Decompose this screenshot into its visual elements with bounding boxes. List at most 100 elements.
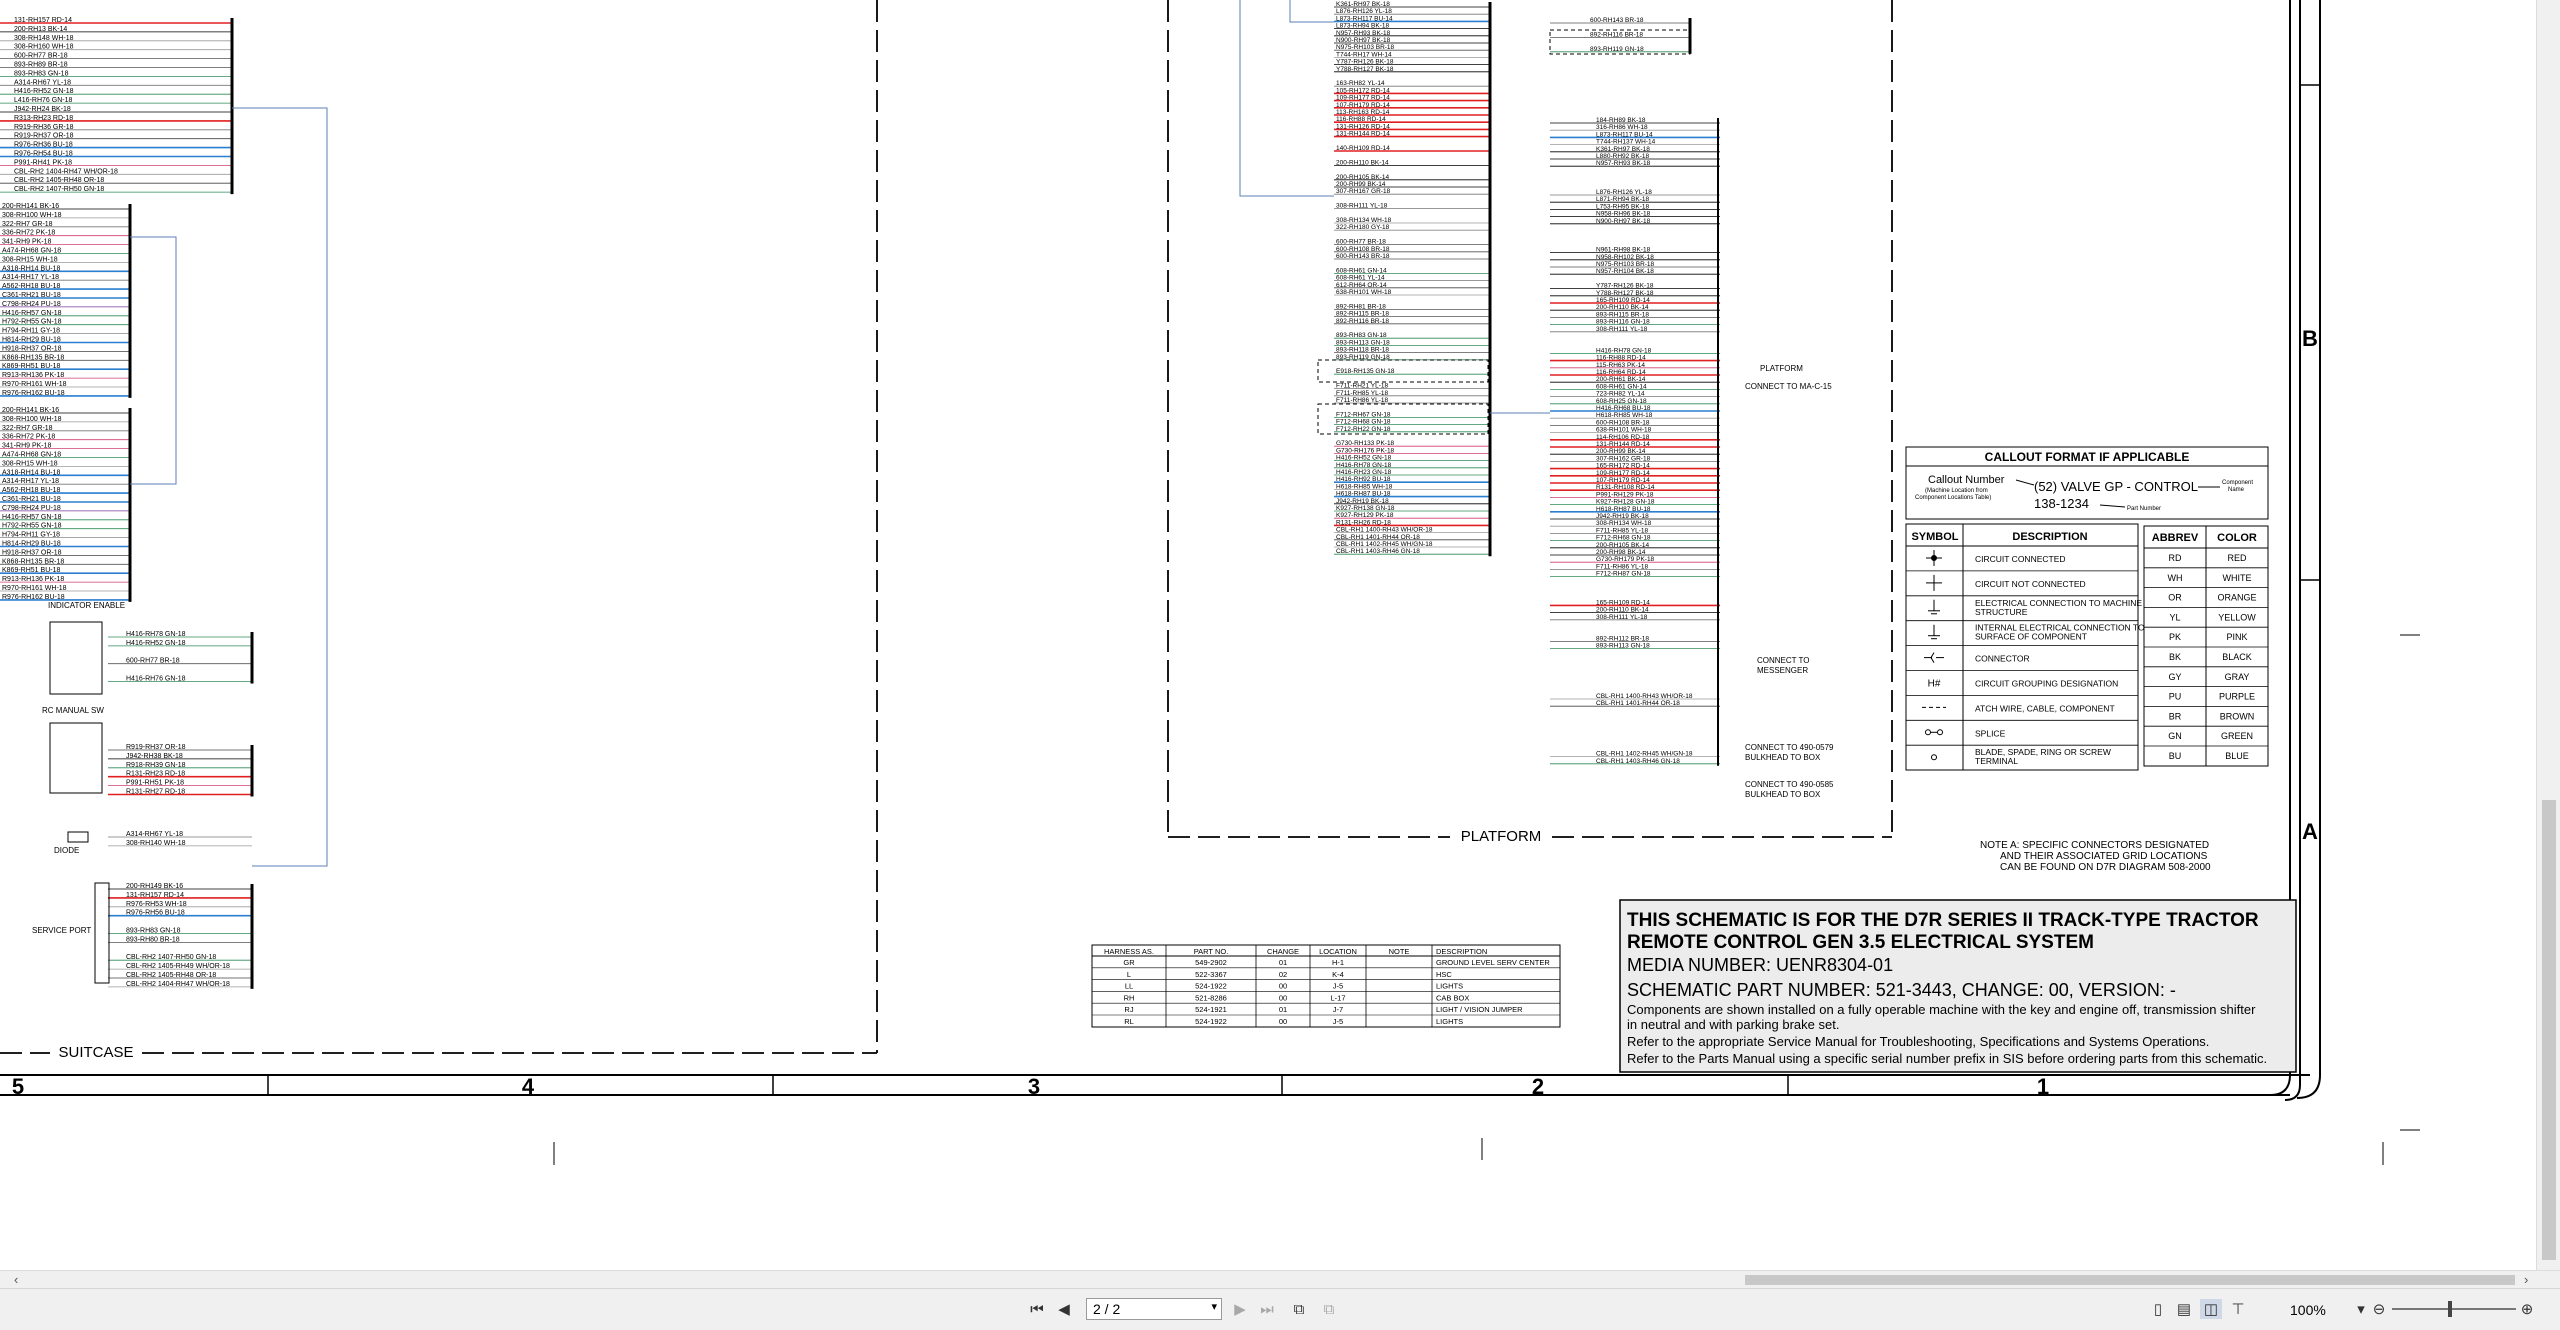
harness-cell: H-1 [1332, 958, 1344, 967]
facing-pages-icon[interactable]: ◫ [2200, 1299, 2222, 1319]
wire-label: 893-RH115 BR-18 [1596, 311, 1649, 318]
symbol-glyph-icon [1928, 624, 1940, 640]
wire-label: 336-RH72 PK-18 [2, 434, 55, 441]
wire-label: K868-RH135 BR-18 [2, 354, 64, 361]
connect-0579-2: BULKHEAD TO BOX [1745, 753, 1821, 762]
wire-label: H814-RH29 BU-18 [2, 541, 61, 548]
wire-label: H794-RH11 GY-18 [2, 328, 60, 335]
wire-label: C361-RH21 BU-18 [2, 496, 61, 503]
page-number-value: 2 / 2 [1093, 1301, 1121, 1317]
zoom-slider-thumb[interactable] [2448, 1301, 2452, 1317]
wire-label: 336-RH72 PK-18 [2, 230, 55, 237]
wire-label: K927-RH138 GN-18 [1336, 505, 1395, 512]
wire-label: A314-RH17 YL-18 [2, 274, 59, 281]
single-page-icon[interactable]: ▯ [2148, 1299, 2168, 1319]
symbol-glyph-icon [1924, 652, 1944, 663]
wire-label: R976-RH36 BU-18 [14, 142, 73, 149]
harness-cell: RJ [1124, 1005, 1133, 1014]
harness-table: HARNESS AS. PART NO. CHANGE LOCATION NOTE DES… [1091, 944, 1561, 1028]
symbol-description: TERMINAL [1975, 756, 2018, 766]
wire-label: CBL-RH1 1400-RH43 WH/OR-18 [1596, 693, 1693, 700]
wire-label: H416-RH76 GN-18 [126, 676, 186, 683]
vertical-scroll-thumb[interactable] [2542, 800, 2556, 1260]
wire-label: 200-RH13 BK-14 [14, 26, 67, 33]
harness-cell: L [1127, 970, 1131, 979]
wire-label: 608-RH25 GN-18 [1596, 398, 1647, 405]
next-page-icon[interactable]: ▶ [1232, 1299, 1248, 1319]
platform-label: PLATFORM [1461, 828, 1542, 845]
wire-label: R913-RH136 PK-18 [2, 576, 64, 583]
wire-label: 200-RH141 BK-16 [2, 203, 59, 210]
zoom-out-icon[interactable]: ⊖ [2370, 1299, 2388, 1319]
wire-group-1: 131-RH157 RD-14 200-RH13 BK-14 308-RH148 W… [0, 17, 234, 195]
wire-group-mid: K361-RH97 BK-18L876-RH126 YL-18L873-RH11… [1334, 1, 1492, 557]
wire-label: 893-RH113 GN-18 [1596, 643, 1650, 650]
color-abbrev: GY [2168, 672, 2181, 682]
wire-group-indicator: H416-RH78 GN-18 H416-RH52 GN-18 600-RH77 B… [108, 631, 254, 684]
schematic-page: 5 4 3 2 1 B A SUITCASE PLATFORM 131-RH15… [0, 0, 2420, 1165]
harness-header: DESCRIPTION [1436, 947, 1487, 956]
wire-label: A314-RH67 YL-18 [126, 831, 183, 838]
zone-col-1: 1 [2037, 1074, 2049, 1099]
color-name: PINK [2226, 632, 2247, 642]
wire-label: K927-RH128 GN-18 [1596, 499, 1655, 506]
wire-label: Y787-RH126 BK-18 [1336, 59, 1394, 66]
wire-label: 307-RH167 GR-18 [1336, 188, 1391, 195]
symbol-description: STRUCTURE [1975, 607, 2028, 617]
wire-label: T744-RH137 WH-14 [1596, 139, 1656, 146]
wire-label: H416-RH78 GN-18 [1336, 462, 1392, 469]
wire-label: R976-RH162 BU-18 [2, 390, 65, 397]
wire-label: 892-RH116 BR-18 [1336, 318, 1389, 325]
note-a-1: NOTE A: SPECIFIC CONNECTORS DESIGNATED [1980, 840, 2209, 851]
previous-page-icon[interactable]: ◀ [1056, 1299, 1072, 1319]
zone-col-4: 4 [522, 1074, 535, 1099]
symbol-glyph-icon: H# [1928, 679, 1941, 690]
wire-label: 113-RH163 RD-14 [1336, 109, 1390, 116]
horizontal-scrollbar[interactable]: ‹ › [0, 1270, 2560, 1289]
status-bar: ⏮ ◀ 2 / 2 ▾ ▶ ⏭ ⧉ ⧉ ▯ ▤ ◫ ⊤ 100% ▾ ⊖ ⊕ [0, 1288, 2560, 1330]
wire-label: H618-RH87 BU-18 [1336, 491, 1391, 498]
wire-label: L753-RH95 BK-18 [1596, 203, 1649, 210]
vertical-scrollbar[interactable] [2536, 0, 2560, 1270]
title-block: THIS SCHEMATIC IS FOR THE D7R SERIES II … [1619, 899, 2297, 1073]
wire-label: 893-RH118 BR-18 [1336, 347, 1389, 354]
horizontal-scroll-thumb[interactable] [1745, 1275, 2515, 1285]
schematic-part-number: SCHEMATIC PART NUMBER: 521-3443, CHANGE:… [1627, 980, 2176, 1000]
page-number-field[interactable]: 2 / 2 ▾ [1086, 1298, 1222, 1320]
harness-header: PART NO. [1194, 947, 1229, 956]
callout-format-box: CALLOUT FORMAT IF APPLICABLE Callout Num… [1905, 446, 2269, 520]
zoom-slider[interactable] [2392, 1308, 2516, 1310]
wire-label: N957-RH104 BK-18 [1596, 268, 1654, 275]
diode-label: DIODE [54, 846, 79, 855]
symbol-glyph-icon [1928, 599, 1940, 615]
fit-width-icon[interactable]: ⊤ [2228, 1299, 2248, 1319]
scroll-left-icon[interactable]: ‹ [14, 1271, 18, 1289]
harness-cell: HSC [1436, 970, 1452, 979]
wire-label: 131-RH157 RD-14 [14, 17, 72, 24]
first-page-icon[interactable]: ⏮ [1028, 1299, 1046, 1319]
zone-col-3: 3 [1028, 1074, 1040, 1099]
wire-label: T744-RH17 WH-14 [1336, 51, 1392, 58]
document-viewport[interactable]: 5 4 3 2 1 B A SUITCASE PLATFORM 131-RH15… [0, 0, 2536, 1270]
wire-label: CBL-RH1 1403-RH46 GN-18 [1596, 758, 1680, 765]
wire-label: 107-RH179 RD-14 [1596, 477, 1650, 484]
wire-label: A562-RH18 BU-18 [2, 283, 60, 290]
connect-0585-2: BULKHEAD TO BOX [1745, 790, 1821, 799]
color-abbrev: RD [2169, 553, 2182, 563]
zoom-in-icon[interactable]: ⊕ [2518, 1299, 2536, 1319]
wire-label: F711-RH85 YL-18 [1596, 527, 1649, 534]
zoom-value: 100% [2290, 1302, 2326, 1318]
paste-view-icon[interactable]: ⧉ [1318, 1299, 1340, 1319]
wire-label: F711-RH85 YL-18 [1336, 390, 1389, 397]
wire-label: R976-RH56 BU-18 [126, 910, 185, 917]
wire-label: 893-RH89 BR-18 [14, 62, 68, 69]
wire-label: 308-RH134 WH-18 [1596, 520, 1652, 527]
scroll-right-icon[interactable]: › [2524, 1271, 2528, 1289]
page-dropdown-icon[interactable]: ▾ [1211, 1300, 1217, 1313]
zone-row-b: B [2302, 326, 2318, 351]
zoom-dropdown-icon[interactable]: ▾ [2354, 1299, 2368, 1319]
copy-view-icon[interactable]: ⧉ [1288, 1299, 1310, 1319]
last-page-icon[interactable]: ⏭ [1258, 1299, 1276, 1319]
continuous-page-icon[interactable]: ▤ [2174, 1299, 2194, 1319]
description-header: DESCRIPTION [2012, 531, 2087, 543]
